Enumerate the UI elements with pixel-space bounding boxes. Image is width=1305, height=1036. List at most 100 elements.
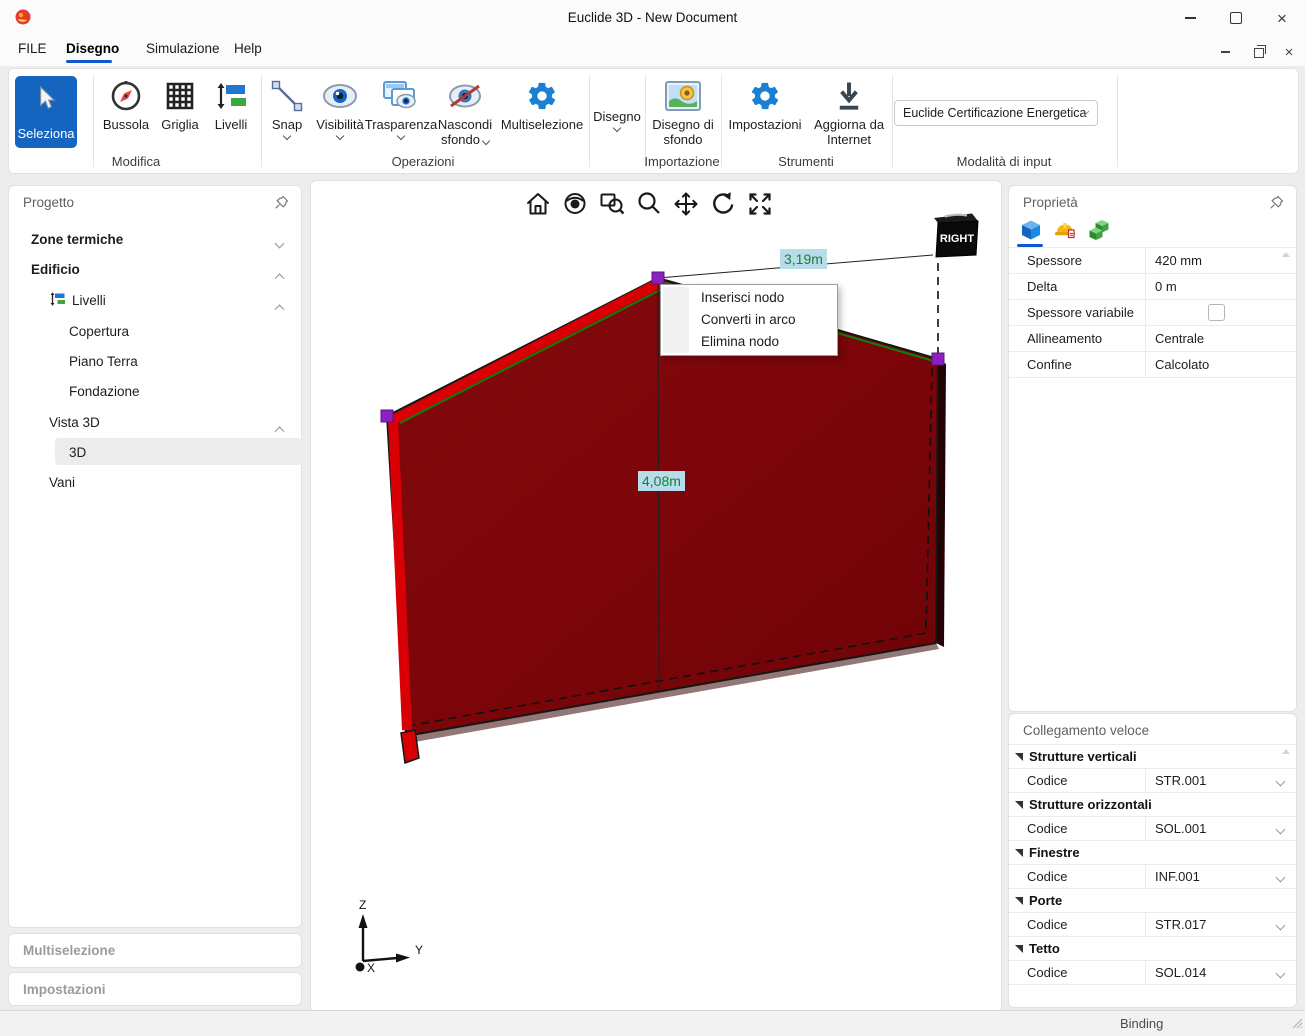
green-blocks-icon[interactable] [1087, 218, 1111, 242]
doc-minimize-button[interactable] [1212, 42, 1238, 62]
collegamento-veloce-table: Strutture verticali Codice STR.001 Strut… [1009, 744, 1296, 985]
impostazioni-panel-collapsed[interactable]: Impostazioni [8, 972, 302, 1006]
prop-value-spessore[interactable]: 420 mm [1146, 253, 1202, 268]
section-tetto[interactable]: Tetto [1009, 937, 1296, 961]
tree-item-3d-selected[interactable]: 3D [69, 439, 86, 465]
context-menu-item-inserisci-nodo[interactable]: Inserisci nodo [661, 287, 837, 309]
chevron-down-icon [482, 137, 490, 145]
menubar: FILE Disegno Simulazione Help × [0, 36, 1305, 66]
vertex-node[interactable] [381, 410, 393, 422]
collegamento-veloce-title: Collegamento veloce [1023, 723, 1149, 738]
bussola-button[interactable]: Bussola [99, 77, 153, 155]
prop-value-confine[interactable]: Calcolato [1146, 357, 1209, 372]
impostazioni-panel-label: Impostazioni [23, 982, 106, 997]
dimension-label-vertical[interactable]: 4,08m [638, 471, 685, 491]
tree-item-livelli[interactable]: Livelli [72, 287, 106, 313]
home-icon[interactable] [523, 189, 553, 219]
vertex-node[interactable] [932, 353, 944, 365]
resize-grip[interactable] [1292, 1016, 1303, 1034]
disegno-dropdown[interactable]: Disegno [593, 99, 641, 139]
tree-item-fondazione[interactable]: Fondazione [69, 378, 140, 404]
snap-line-icon [270, 77, 304, 115]
chevron-down-icon[interactable] [1277, 965, 1284, 980]
seleziona-button[interactable]: Seleziona [15, 76, 77, 148]
tree-item-piano-terra[interactable]: Piano Terra [69, 348, 138, 374]
zoom-fit-icon[interactable] [745, 189, 775, 219]
view-cube[interactable]: RIGHT [926, 207, 982, 266]
construction-hat-icon[interactable] [1053, 218, 1077, 242]
wall-cube-icon[interactable] [1019, 218, 1043, 242]
codice-value[interactable]: INF.001 [1146, 869, 1277, 884]
context-menu-item-converti-in-arco[interactable]: Converti in arco [661, 309, 837, 331]
codice-value[interactable]: STR.001 [1146, 773, 1277, 788]
zoom-window-icon[interactable] [597, 189, 627, 219]
proprieta-panel: Proprietà Spessore 420 mm Delta 0 m Spes… [1008, 185, 1297, 712]
dimension-label-horizontal[interactable]: 3,19m [780, 249, 827, 269]
spessore-variabile-checkbox[interactable] [1208, 304, 1225, 321]
rotate-icon[interactable] [708, 189, 738, 219]
prop-value-delta[interactable]: 0 m [1146, 279, 1177, 294]
table-row: Spessore variabile [1009, 300, 1296, 326]
pan-icon[interactable] [671, 189, 701, 219]
prop-label-spessore: Spessore [1009, 248, 1146, 273]
transparency-windows-icon [382, 77, 420, 115]
section-porte[interactable]: Porte [1009, 889, 1296, 913]
chevron-down-icon[interactable] [276, 234, 283, 252]
visibilita-button[interactable]: Visibilità [311, 77, 369, 155]
pin-icon[interactable] [274, 195, 289, 210]
tree-item-edificio[interactable]: Edificio [31, 256, 80, 282]
input-mode-select[interactable]: Euclide Certificazione Energetica [894, 100, 1098, 126]
impostazioni-button[interactable]: Impostazioni [725, 77, 805, 155]
aggiorna-da-internet-button[interactable]: Aggiorna da Internet [807, 77, 891, 155]
orbit-view-icon[interactable] [560, 189, 590, 219]
table-row: Codice STR.017 [1009, 913, 1296, 937]
menu-help[interactable]: Help [234, 41, 262, 56]
section-strutture-orizzontali[interactable]: Strutture orizzontali [1009, 793, 1296, 817]
chevron-up-icon[interactable] [276, 297, 283, 315]
zoom-icon[interactable] [634, 189, 664, 219]
trasparenza-button[interactable]: Trasparenza [370, 77, 432, 155]
menu-disegno[interactable]: Disegno [66, 41, 119, 56]
chevron-down-icon[interactable] [1277, 869, 1284, 884]
tree-item-vani[interactable]: Vani [49, 469, 75, 495]
codice-value[interactable]: STR.017 [1146, 917, 1277, 932]
close-button[interactable]: × [1262, 4, 1302, 32]
chevron-down-icon [336, 132, 344, 140]
chevron-down-icon[interactable] [1277, 773, 1284, 788]
menu-file[interactable]: FILE [18, 41, 47, 56]
vertex-node[interactable] [652, 272, 664, 284]
axis-y-label: Y [415, 943, 423, 957]
tree-item-vista-3d[interactable]: Vista 3D [49, 409, 100, 435]
chevron-down-icon[interactable] [1277, 917, 1284, 932]
griglia-button[interactable]: Griglia [155, 77, 205, 155]
multiselezione-panel-label: Multiselezione [23, 943, 115, 958]
disegno-di-sfondo-button[interactable]: Disegno di sfondo [648, 77, 718, 155]
context-menu-item-elimina-nodo[interactable]: Elimina nodo [661, 331, 837, 353]
maximize-button[interactable] [1216, 4, 1256, 32]
codice-value[interactable]: SOL.014 [1146, 965, 1277, 980]
doc-close-button[interactable]: × [1276, 42, 1302, 62]
tree-item-zone-termiche[interactable]: Zone termiche [31, 226, 123, 252]
multiselezione-panel-collapsed[interactable]: Multiselezione [8, 933, 302, 968]
snap-button[interactable]: Snap [265, 77, 309, 155]
chevron-up-icon[interactable] [276, 266, 283, 284]
input-mode-value: Euclide Certificazione Energetica [903, 106, 1086, 120]
chevron-up-icon[interactable] [276, 419, 283, 437]
3d-viewport[interactable]: RIGHT 3,19m 4,08m Inserisci nodo Convert… [310, 180, 1002, 1012]
multiselezione-button[interactable]: Multiselezione [498, 77, 586, 155]
trasparenza-label: Trasparenza [365, 117, 438, 132]
pin-icon[interactable] [1269, 195, 1284, 210]
section-finestre[interactable]: Finestre [1009, 841, 1296, 865]
livelli-button[interactable]: Livelli [207, 77, 255, 155]
minimize-button[interactable] [1170, 4, 1210, 32]
codice-value[interactable]: SOL.001 [1146, 821, 1277, 836]
collapse-triangle-icon [1015, 801, 1023, 809]
nascondi-sfondo-button[interactable]: Nascondi sfondo [434, 77, 496, 155]
chevron-down-icon[interactable] [1277, 821, 1284, 836]
prop-value-allineamento[interactable]: Centrale [1146, 331, 1204, 346]
strumenti-group-label: Strumenti [778, 154, 834, 169]
tree-item-copertura[interactable]: Copertura [69, 318, 129, 344]
menu-simulazione[interactable]: Simulazione [146, 41, 220, 56]
section-strutture-verticali[interactable]: Strutture verticali [1009, 745, 1296, 769]
doc-restore-button[interactable] [1246, 42, 1272, 62]
